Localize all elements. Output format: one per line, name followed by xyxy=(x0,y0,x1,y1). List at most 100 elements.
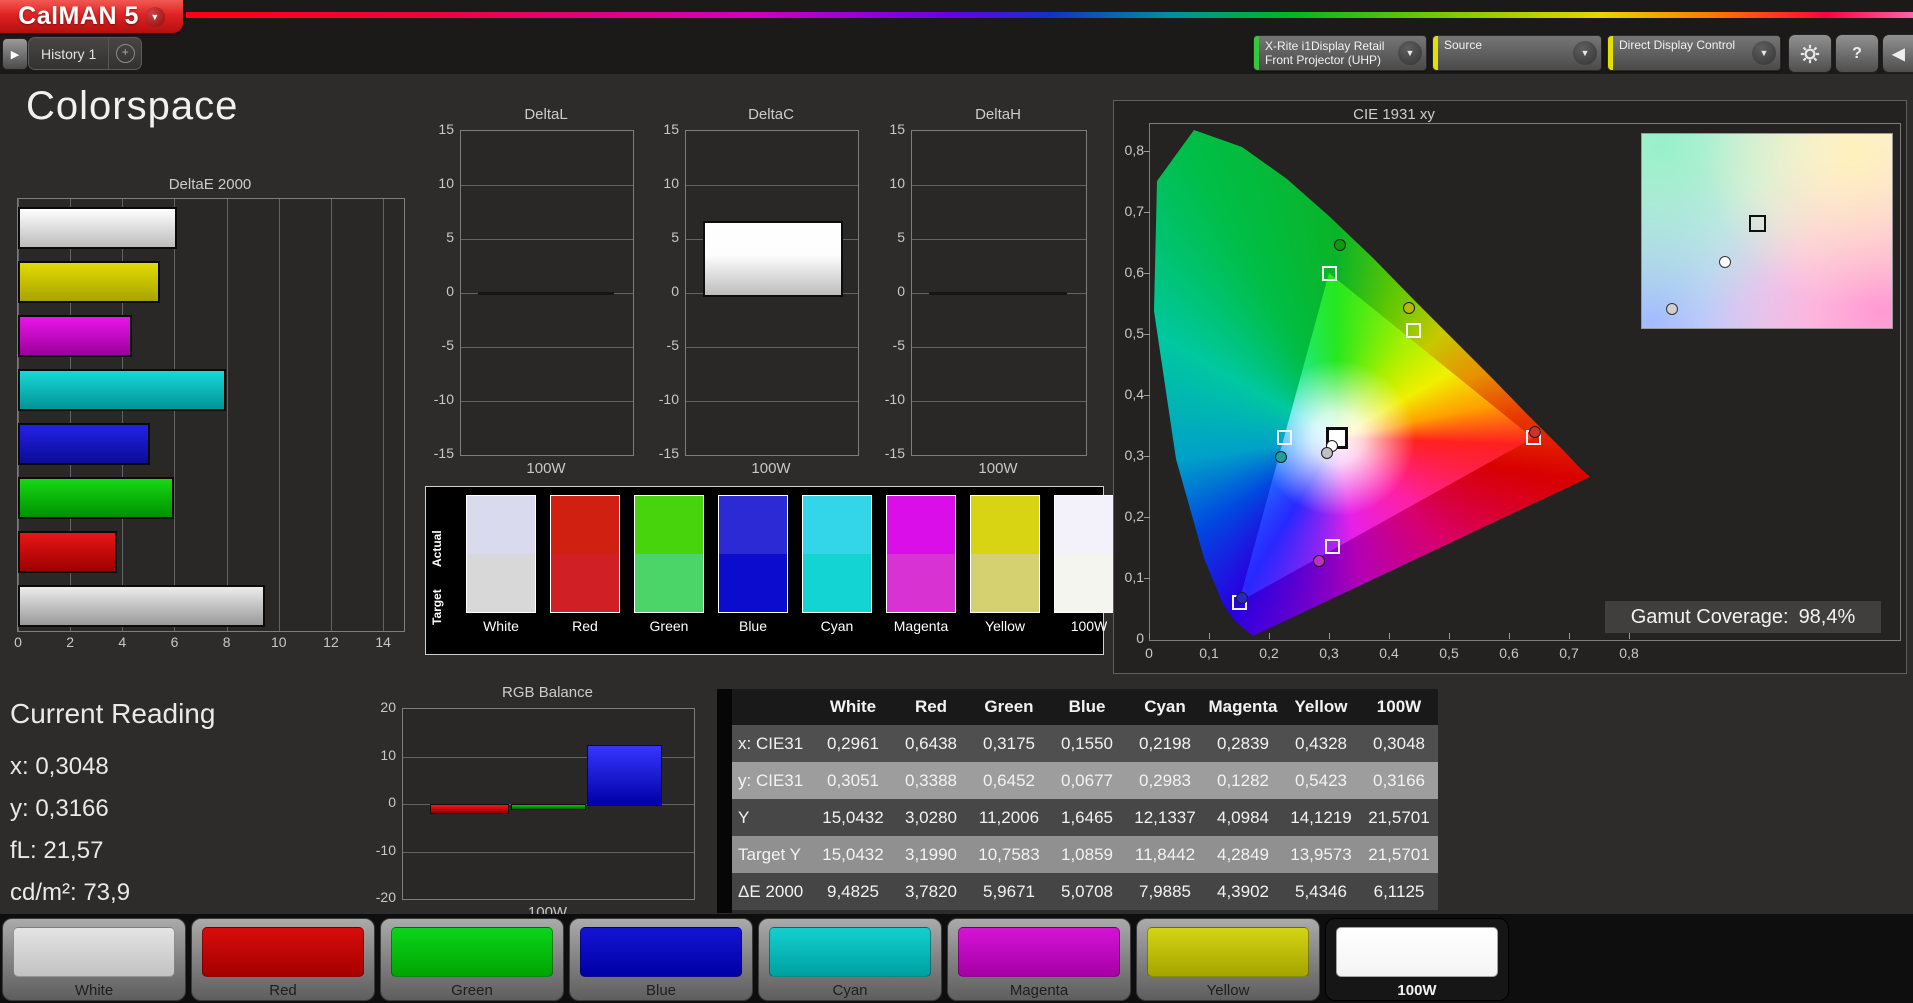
pattern-button-green[interactable]: Green xyxy=(380,918,564,1001)
gear-icon xyxy=(1800,44,1820,64)
deltae-gridline xyxy=(227,199,228,631)
help-button[interactable] xyxy=(1835,34,1879,73)
pattern-button-white[interactable]: White xyxy=(2,918,186,1001)
cie-ytick-mark xyxy=(1144,212,1150,213)
pattern-button-blue[interactable]: Blue xyxy=(569,918,753,1001)
collapse-panel-button[interactable] xyxy=(1882,34,1913,73)
deltaC-bar xyxy=(703,221,843,297)
swatch-column-yellow[interactable]: Yellow xyxy=(970,495,1040,634)
tab-bar: History 1 xyxy=(28,37,142,70)
meter-dropdown[interactable]: X-Rite i1Display Retail Front Projector … xyxy=(1253,35,1427,71)
logo-menu-caret-icon[interactable] xyxy=(145,7,165,27)
pattern-button-label: Yellow xyxy=(1137,982,1319,999)
cie-xtick: 0,2 xyxy=(1252,645,1286,661)
rgb-balance-plot xyxy=(402,708,695,900)
deltae-xtick: 14 xyxy=(372,634,394,650)
deltaL-title: DeltaL xyxy=(460,106,632,123)
swatch-tile xyxy=(466,495,536,613)
rgb-bar-blue xyxy=(587,745,662,806)
pattern-button-magenta[interactable]: Magenta xyxy=(947,918,1131,1001)
pattern-swatch xyxy=(202,927,364,977)
table-cell: 14,1219 xyxy=(1282,799,1360,836)
swatch-column-magenta[interactable]: Magenta xyxy=(886,495,956,634)
table-header-row: WhiteRedGreenBlueCyanMagentaYellow100W xyxy=(732,689,1438,725)
pattern-swatch xyxy=(580,927,742,977)
pattern-button-cyan[interactable]: Cyan xyxy=(758,918,942,1001)
pattern-button-100w[interactable]: 100W xyxy=(1325,918,1509,1001)
deltae-xtick: 6 xyxy=(163,634,185,650)
cie-ytick: 0,3 xyxy=(1116,447,1144,463)
cie-xtick-mark xyxy=(1149,633,1150,639)
chevron-down-icon[interactable] xyxy=(1398,41,1422,65)
deltae-gridline xyxy=(331,199,332,631)
cie-measured-yellow xyxy=(1403,302,1415,314)
deltaL-plot xyxy=(460,130,634,456)
settings-button[interactable] xyxy=(1788,34,1832,73)
chevron-down-icon[interactable] xyxy=(1573,41,1597,65)
rgb-balance-title: RGB Balance xyxy=(402,684,693,701)
swatch-compare-panel: Actual Target WhiteRedGreenBlueCyanMagen… xyxy=(425,486,1104,655)
deltaL-bar xyxy=(478,292,614,295)
deltaH-ytick: 5 xyxy=(873,229,905,245)
pattern-button-label: 100W xyxy=(1326,982,1508,999)
pattern-button-red[interactable]: Red xyxy=(191,918,375,1001)
source-dropdown[interactable]: Source xyxy=(1432,35,1602,71)
pattern-button-yellow[interactable]: Yellow xyxy=(1136,918,1320,1001)
cie-ytick-zero: 0 xyxy=(1116,630,1144,646)
swatch-actual xyxy=(971,496,1039,554)
deltae-gridline xyxy=(279,199,280,631)
tab-history-1[interactable]: History 1 xyxy=(29,38,109,69)
cie-xtick-mark xyxy=(1209,633,1210,639)
swatch-column-blue[interactable]: Blue xyxy=(718,495,788,634)
header-bar: CalMAN 5 History 1 X-Rite i1Display Reta… xyxy=(0,0,1913,74)
current-reading-cdm2: cd/m²: 73,9 xyxy=(10,872,215,914)
app-logo[interactable]: CalMAN 5 xyxy=(0,0,183,33)
deltaH-ytick: 15 xyxy=(873,121,905,137)
swatch-column-white[interactable]: White xyxy=(466,495,536,634)
pattern-button-label: Magenta xyxy=(948,982,1130,999)
swatch-label: White xyxy=(483,618,519,634)
swatch-column-green[interactable]: Green xyxy=(634,495,704,634)
cie-target-green xyxy=(1322,266,1337,281)
table-row: Target Y15,04323,199010,75831,085911,844… xyxy=(732,836,1438,873)
display-control-dropdown[interactable]: Direct Display Control xyxy=(1607,35,1781,71)
add-tab-button[interactable] xyxy=(109,38,141,69)
deltaL-gridline xyxy=(461,239,633,240)
table-cell: 11,8442 xyxy=(1126,836,1204,873)
table-cell: 0,2198 xyxy=(1126,725,1204,762)
swatch-column-red[interactable]: Red xyxy=(550,495,620,634)
cie-target-cyan xyxy=(1277,430,1292,445)
table-cell: 15,0432 xyxy=(814,836,892,873)
pattern-button-label: Green xyxy=(381,982,563,999)
deltaC-gridline xyxy=(686,347,858,348)
plus-icon xyxy=(116,44,135,63)
table-cell: 11,2006 xyxy=(970,799,1048,836)
deltaH-title: DeltaH xyxy=(911,106,1085,123)
layout-flyout-button[interactable] xyxy=(2,38,28,70)
cie1931-title: CIE 1931 xy xyxy=(1294,106,1494,123)
table-cell: 0,2839 xyxy=(1204,725,1282,762)
deltae-bar-white xyxy=(18,585,265,627)
table-row-label: x: CIE31 xyxy=(732,725,814,762)
deltae2000-chart-title: DeltaE 2000 xyxy=(17,176,403,193)
table-cell: 6,1125 xyxy=(1360,873,1438,910)
deltaH-ytick: -10 xyxy=(873,391,905,407)
table-row-label: Target Y xyxy=(732,836,814,873)
deltaC-ytick: -10 xyxy=(647,391,679,407)
deltaC-ytick: 0 xyxy=(647,283,679,299)
swatch-tile xyxy=(718,495,788,613)
rgb-ytick: 10 xyxy=(366,747,396,763)
deltaL-ytick: -15 xyxy=(422,445,454,461)
rgb-ytick: -20 xyxy=(366,889,396,905)
table-row-label: y: CIE31 xyxy=(732,762,814,799)
swatch-target xyxy=(467,554,535,612)
swatch-actual xyxy=(467,496,535,554)
deltaH-gridline xyxy=(912,401,1086,402)
swatch-column-cyan[interactable]: Cyan xyxy=(802,495,872,634)
cie-ytick-mark xyxy=(1144,456,1150,457)
deltaL-xlabel: 100W xyxy=(460,460,632,477)
pattern-button-label: Red xyxy=(192,982,374,999)
table-cell: 0,2961 xyxy=(814,725,892,762)
chevron-down-icon[interactable] xyxy=(1752,41,1776,65)
cie-xtick: 0,4 xyxy=(1372,645,1406,661)
